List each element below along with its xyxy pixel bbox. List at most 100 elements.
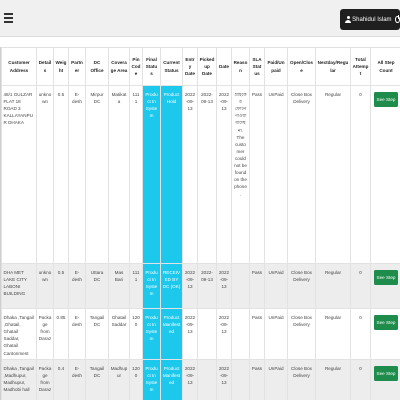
cell-attempt: 0 xyxy=(350,308,371,360)
cell-dc-office: Tangail DC xyxy=(85,308,109,360)
cell-nextday: Regular xyxy=(315,85,351,264)
cell-paid: UnPaid xyxy=(264,85,288,264)
table-row: Dhaka ,Tangail ,Ghatail, Ghatail Saddar,… xyxy=(1,308,400,360)
cell-details: unknown xyxy=(36,85,54,264)
col-header: Customer Address xyxy=(1,47,37,86)
cell-coverage: Mas Bari xyxy=(108,263,130,309)
col-header: DC Office xyxy=(85,47,109,86)
cell-open-close: Close Box Delivery xyxy=(287,263,316,309)
cell-date: 2022-09-13 xyxy=(216,358,232,400)
col-header: SLA Status xyxy=(249,47,265,86)
cell-paid: UnPaid xyxy=(264,308,288,360)
cell-address: Dhaka ,Tangail ,Madhupur, Madhupur, Madh… xyxy=(1,358,37,400)
cell-final-status: Product In System xyxy=(142,85,161,264)
col-header: Pin Code xyxy=(129,47,143,86)
cell-sla: Pass xyxy=(249,85,265,264)
cell-reason xyxy=(231,358,250,400)
cell-details: Package from Daraz xyxy=(36,358,54,400)
cell-entry-date: 2022-09-13 xyxy=(182,263,198,309)
cell-nextday: Regular xyxy=(315,358,351,400)
col-header: Date xyxy=(216,47,232,86)
cell-entry-date: 2022-09-13 xyxy=(182,308,198,360)
cell-action: See Step xyxy=(370,358,400,400)
cell-date: 2022-09-13 xyxy=(216,263,232,309)
cell-weight: 0.5 xyxy=(53,263,69,309)
cell-pickedup-date: 2022-09-13 xyxy=(197,85,217,264)
cell-pickedup-date xyxy=(197,358,217,400)
cell-dc-office: Uttara DC xyxy=(85,263,109,309)
cell-weight: 0.85 xyxy=(53,308,69,360)
cell-current-status: Product Hold xyxy=(160,85,183,264)
see-step-button[interactable]: See Step xyxy=(373,365,399,381)
cell-attempt: 0 xyxy=(350,358,371,400)
col-header: Final Status xyxy=(142,47,161,86)
cell-coverage: Ghatail Saddar xyxy=(108,308,130,360)
see-step-button[interactable]: See Step xyxy=(373,92,399,108)
user-icon xyxy=(345,16,352,23)
cell-weight: 0.5 xyxy=(53,85,69,264)
power-icon[interactable] xyxy=(394,15,400,23)
cell-final-status: Product In System xyxy=(142,358,161,400)
cell-pin: 1111 xyxy=(129,263,143,309)
col-header: Reason xyxy=(231,47,250,86)
orders-table-container[interactable]: Customer Address Details Weight Partner … xyxy=(0,47,400,400)
cell-action: See Step xyxy=(370,85,400,264)
cell-action: See Step xyxy=(370,308,400,360)
cell-paid: UnPaid xyxy=(264,263,288,309)
cell-attempt: 0 xyxy=(350,263,371,309)
menu-icon[interactable] xyxy=(4,13,13,23)
cell-reason: গ্রাহকের ফোনে পাওয়া যাচ্ছে না. The cust… xyxy=(231,85,250,264)
col-header: Pickedup Date xyxy=(197,47,217,86)
cell-attempt: 0 xyxy=(350,85,371,264)
cell-dc-office: Mirpur DC xyxy=(85,85,109,264)
col-header: Coverage Area xyxy=(108,47,130,86)
cell-paid: UnPaid xyxy=(264,358,288,400)
cell-open-close: Close Box Delivery xyxy=(287,85,316,264)
cell-partner: E-desh xyxy=(68,85,86,264)
cell-sla: Pass xyxy=(249,263,265,309)
cell-action: See Step xyxy=(370,263,400,309)
cell-details: Package from Daraz xyxy=(36,308,54,360)
cell-sla: Pass xyxy=(249,308,265,360)
cell-reason xyxy=(231,263,250,309)
cell-coverage: Madhupur xyxy=(108,358,130,400)
see-step-button[interactable]: See Step xyxy=(373,270,399,286)
col-header: All Step Count xyxy=(370,47,400,86)
col-header: Paid/Unpaid xyxy=(264,47,288,86)
table-row: 48/1 GULZAR FLAT 18 ROAD 3 KALLAYANPUR D… xyxy=(1,85,400,264)
cell-address: 48/1 GULZAR FLAT 18 ROAD 3 KALLAYANPUR D… xyxy=(1,85,37,264)
cell-pin: 1200 xyxy=(129,308,143,360)
see-step-button[interactable]: See Step xyxy=(373,315,399,331)
cell-sla: Pass xyxy=(249,358,265,400)
cell-dc-office: Tangail DC xyxy=(85,358,109,400)
user-name: Shahidul Islam xyxy=(352,16,392,23)
table-row: DHA MET LAKE CITY LABONI BUILDING unknow… xyxy=(1,263,400,309)
col-header: Current Status xyxy=(160,47,183,86)
cell-pickedup-date xyxy=(197,308,217,360)
cell-current-status: Product Manifested xyxy=(160,358,183,400)
user-menu-button[interactable]: Shahidul Islam xyxy=(340,9,400,30)
col-header: Open/Close xyxy=(287,47,316,86)
cell-address: DHA MET LAKE CITY LABONI BUILDING xyxy=(1,263,37,309)
cell-partner: E-desh xyxy=(68,358,86,400)
cell-nextday: Regular xyxy=(315,308,351,360)
col-header: Total Attempt xyxy=(350,47,371,86)
cell-pickedup-date: 2022-09-13 xyxy=(197,263,217,309)
cell-reason xyxy=(231,308,250,360)
cell-partner: E-desh xyxy=(68,308,86,360)
orders-table: Customer Address Details Weight Partner … xyxy=(1,47,400,400)
cell-entry-date: 2022-09-13 xyxy=(182,358,198,400)
table-header-row: Customer Address Details Weight Partner … xyxy=(1,47,400,86)
cell-open-close: Close Box Delivery xyxy=(287,308,316,360)
cell-address: Dhaka ,Tangail ,Ghatail, Ghatail Saddar,… xyxy=(1,308,37,360)
cell-final-status: Product In System xyxy=(142,263,161,309)
top-bar: Shahidul Islam xyxy=(0,0,400,37)
col-header: Entry Date xyxy=(182,47,198,86)
cell-partner: E-desh xyxy=(68,263,86,309)
cell-nextday: Regular xyxy=(315,263,351,309)
cell-weight: 0.4 xyxy=(53,358,69,400)
col-header: Details xyxy=(36,47,54,86)
col-header: Partner xyxy=(68,47,86,86)
cell-date: 2022-09-13 xyxy=(216,85,232,264)
cell-open-close: Close Box Delivery xyxy=(287,358,316,400)
